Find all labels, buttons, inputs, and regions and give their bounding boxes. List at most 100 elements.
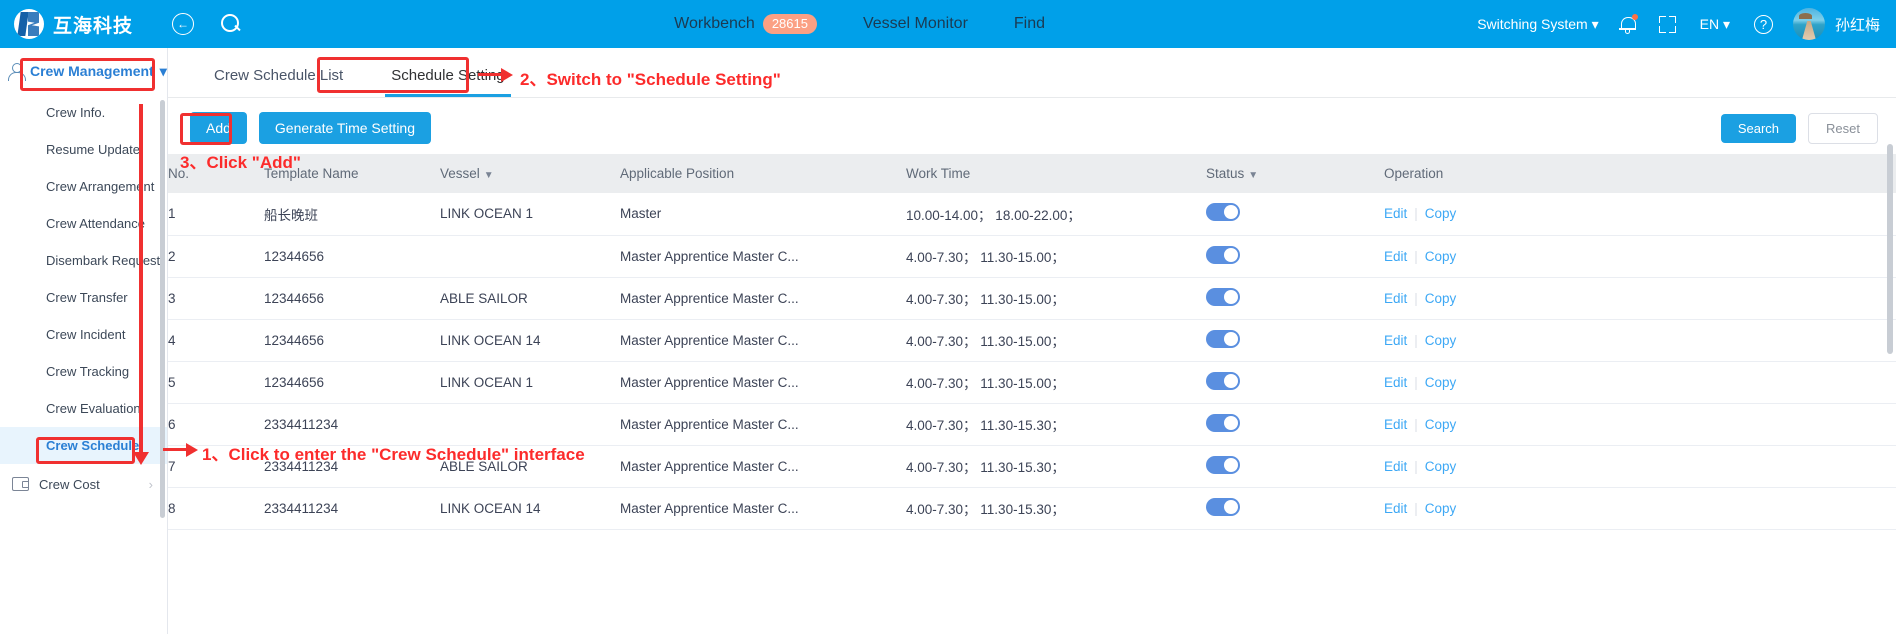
sidebar-group-title: Crew Management bbox=[30, 63, 154, 79]
copy-link[interactable]: Copy bbox=[1425, 249, 1457, 264]
avatar[interactable] bbox=[1792, 8, 1825, 40]
cell-vessel: LINK OCEAN 1 bbox=[440, 361, 620, 404]
top-header: 互海科技 ← Workbench 28615 Vessel Monitor Fi… bbox=[0, 0, 1896, 48]
copy-link[interactable]: Copy bbox=[1425, 375, 1457, 390]
add-button[interactable]: Add bbox=[190, 112, 247, 144]
copy-link[interactable]: Copy bbox=[1425, 206, 1457, 221]
annotation-text-step3: 3、Click "Add" bbox=[180, 153, 301, 172]
person-icon bbox=[6, 61, 26, 81]
sidebar-item-label: Crew Cost bbox=[39, 476, 100, 492]
column-header-status[interactable]: Status ▼ bbox=[1206, 154, 1384, 193]
edit-link[interactable]: Edit bbox=[1384, 375, 1407, 390]
column-header-applicable-position: Applicable Position bbox=[620, 154, 906, 193]
table-body: 1 船长晚班 LINK OCEAN 1 Master 10.00-14.00； 18.0… bbox=[168, 193, 1896, 530]
edit-link[interactable]: Edit bbox=[1384, 249, 1407, 264]
help-icon[interactable]: ? bbox=[1753, 14, 1773, 34]
language-dropdown[interactable]: EN ▾ bbox=[1700, 16, 1730, 33]
edit-link[interactable]: Edit bbox=[1384, 333, 1407, 348]
header-nav: Workbench 28615 Vessel Monitor Find bbox=[242, 13, 1477, 35]
sidebar-item-crew-cost[interactable]: Crew Cost › bbox=[0, 464, 167, 504]
edit-link[interactable]: Edit bbox=[1384, 459, 1407, 474]
switching-system-dropdown[interactable]: Switching System ▾ bbox=[1477, 16, 1598, 33]
sidebar-item-label: Disembark Request bbox=[46, 253, 161, 268]
cell-operation: Edit | Copy bbox=[1384, 445, 1896, 488]
status-toggle[interactable] bbox=[1206, 203, 1240, 222]
cell-applicable-position: Master Apprentice Master C... bbox=[620, 403, 906, 446]
copy-link[interactable]: Copy bbox=[1425, 291, 1457, 306]
cell-status bbox=[1206, 445, 1384, 488]
column-header-operation: Operation bbox=[1384, 154, 1896, 193]
sidebar-scrollbar[interactable] bbox=[160, 100, 165, 518]
table-row: 8 2334411234 LINK OCEAN 14 Master Apprentic… bbox=[168, 487, 1896, 530]
table-scrollbar[interactable] bbox=[1887, 144, 1893, 354]
wallet-icon bbox=[12, 477, 29, 491]
copy-link[interactable]: Copy bbox=[1425, 333, 1457, 348]
edit-link[interactable]: Edit bbox=[1384, 501, 1407, 516]
column-header-vessel[interactable]: Vessel ▼ bbox=[440, 154, 620, 193]
cell-applicable-position: Master Apprentice Master C... bbox=[620, 361, 906, 404]
cell-work-time: 4.00-7.30； 11.30-15.30； bbox=[906, 403, 1206, 446]
nav-item-workbench[interactable]: Workbench 28615 bbox=[674, 13, 817, 35]
tab-crew-schedule-list[interactable]: Crew Schedule List bbox=[190, 67, 367, 97]
sidebar-item-label: Crew Info. bbox=[46, 105, 106, 120]
copy-link[interactable]: Copy bbox=[1425, 417, 1457, 432]
status-toggle[interactable] bbox=[1206, 287, 1240, 306]
cell-work-time: 4.00-7.30； 11.30-15.00； bbox=[906, 319, 1206, 362]
edit-link[interactable]: Edit bbox=[1384, 206, 1407, 221]
copy-link[interactable]: Copy bbox=[1425, 459, 1457, 474]
status-toggle[interactable] bbox=[1206, 329, 1240, 348]
operation-separator: | bbox=[1414, 290, 1418, 306]
status-toggle[interactable] bbox=[1206, 413, 1240, 432]
table-row: 4 12344656 LINK OCEAN 14 Master Apprentice … bbox=[168, 319, 1896, 362]
sidebar-item-label: Crew Attendance bbox=[46, 216, 146, 231]
sidebar-group-crew-management[interactable]: Crew Management ▾ bbox=[0, 48, 167, 94]
annotation-vertical-line bbox=[139, 104, 143, 458]
annotation-arrow-step2 bbox=[501, 68, 513, 82]
generate-time-setting-button[interactable]: Generate Time Setting bbox=[258, 112, 431, 144]
table-row: 1 船长晚班 LINK OCEAN 1 Master 10.00-14.00； 18.0… bbox=[168, 193, 1896, 236]
cell-operation: Edit | Copy bbox=[1384, 235, 1896, 278]
cell-status bbox=[1206, 319, 1384, 362]
status-toggle[interactable] bbox=[1206, 497, 1240, 516]
cell-no: 1 bbox=[168, 193, 264, 236]
annotation-text-step1: 1、Click to enter the "Crew Schedule" int… bbox=[202, 445, 585, 464]
reset-button[interactable]: Reset bbox=[1808, 112, 1878, 144]
search-icon[interactable] bbox=[220, 13, 242, 35]
brand-logo[interactable]: 互海科技 bbox=[0, 9, 160, 39]
header-right-tools: Switching System ▾ EN ▾ ? 孙红梅 bbox=[1477, 8, 1896, 40]
table-row: 6 2334411234 Master Apprentice Master C...… bbox=[168, 403, 1896, 446]
schedule-setting-table: No. Template Name Vessel ▼ Applicable Pos… bbox=[168, 154, 1896, 530]
cell-work-time: 4.00-7.30； 11.30-15.30； bbox=[906, 487, 1206, 530]
cell-template-name: 2334411234 bbox=[264, 403, 440, 446]
toolbar: Add Generate Time Setting Search Reset bbox=[168, 98, 1896, 154]
sort-caret-icon: ▼ bbox=[1248, 170, 1259, 181]
cell-applicable-position: Master bbox=[620, 193, 906, 236]
edit-link[interactable]: Edit bbox=[1384, 417, 1407, 432]
cell-no: 8 bbox=[168, 487, 264, 530]
edit-link[interactable]: Edit bbox=[1384, 291, 1407, 306]
tab-label: Crew Schedule List bbox=[214, 67, 344, 84]
nav-item-vessel-monitor[interactable]: Vessel Monitor bbox=[863, 15, 968, 33]
table-row: 2 12344656 Master Apprentice Master C... 4.… bbox=[168, 235, 1896, 278]
cell-status bbox=[1206, 277, 1384, 320]
nav-item-find[interactable]: Find bbox=[1014, 15, 1045, 33]
search-button[interactable]: Search bbox=[1720, 113, 1797, 143]
cell-status bbox=[1206, 361, 1384, 404]
back-arrow-icon[interactable]: ← bbox=[172, 13, 194, 35]
cell-vessel bbox=[440, 235, 620, 278]
fullscreen-icon[interactable] bbox=[1658, 15, 1676, 33]
switching-system-label: Switching System bbox=[1477, 15, 1588, 32]
status-toggle[interactable] bbox=[1206, 455, 1240, 474]
status-toggle[interactable] bbox=[1206, 245, 1240, 264]
status-toggle[interactable] bbox=[1206, 371, 1240, 390]
main-content: Crew Schedule List Schedule Setting Add … bbox=[168, 48, 1896, 634]
copy-link[interactable]: Copy bbox=[1425, 501, 1457, 516]
cell-template-name: 12344656 bbox=[264, 319, 440, 362]
cell-no: 2 bbox=[168, 235, 264, 278]
operation-separator: | bbox=[1414, 500, 1418, 516]
table-header-row: No. Template Name Vessel ▼ Applicable Pos… bbox=[168, 154, 1896, 193]
cell-vessel bbox=[440, 403, 620, 446]
bell-icon[interactable] bbox=[1618, 13, 1638, 34]
operation-separator: | bbox=[1414, 374, 1418, 390]
cell-work-time: 10.00-14.00； 18.00-22.00； bbox=[906, 193, 1206, 236]
